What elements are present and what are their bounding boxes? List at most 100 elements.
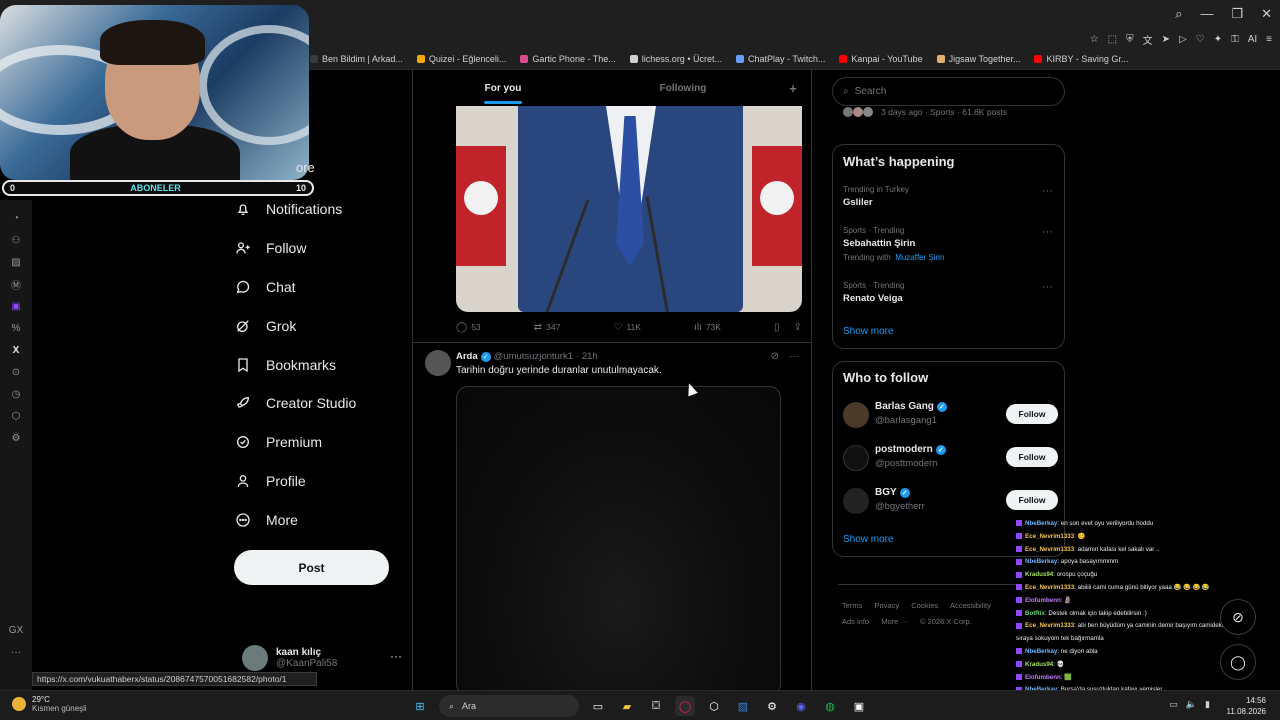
- spotify-icon[interactable]: ◍: [820, 696, 840, 716]
- more-dots-icon[interactable]: ···: [390, 649, 402, 663]
- footer-link[interactable]: Accessibility: [950, 601, 991, 610]
- nav-profile[interactable]: Profile: [234, 462, 409, 501]
- cube-icon[interactable]: ⬡: [9, 410, 23, 423]
- send-icon[interactable]: ➤: [1162, 34, 1170, 45]
- add-tab-icon[interactable]: +: [773, 70, 811, 106]
- nav-bookmarks[interactable]: Bookmarks: [234, 345, 409, 384]
- folder-icon[interactable]: ▰: [617, 696, 637, 716]
- nav-chat[interactable]: Chat: [234, 268, 409, 307]
- nav-notifications[interactable]: Notifications: [234, 190, 409, 229]
- menu-icon[interactable]: ≡: [1266, 34, 1272, 45]
- bookmark-star-icon[interactable]: ☆: [1090, 34, 1099, 45]
- footer-link[interactable]: More ···: [881, 617, 908, 626]
- nav-more[interactable]: More: [234, 500, 409, 539]
- footer-link[interactable]: Terms: [842, 601, 862, 610]
- tab-for-you[interactable]: For you: [413, 70, 593, 106]
- bookmark-item[interactable]: lichess.org • Ücret...: [629, 54, 722, 64]
- steam-icon[interactable]: ⚙: [762, 696, 782, 716]
- footer-link[interactable]: Ads info: [842, 617, 869, 626]
- trend-item[interactable]: Trending in Turkey Gsliler ···: [843, 185, 1053, 208]
- bookmark-item[interactable]: Kanpai - YouTube: [839, 54, 923, 64]
- weather-widget[interactable]: 29°C Kısmen güneşli: [12, 695, 87, 713]
- post-button[interactable]: Post: [234, 550, 389, 585]
- nav-follow[interactable]: Follow: [234, 229, 409, 268]
- percent-icon[interactable]: %: [9, 322, 23, 335]
- x-logo-icon[interactable]: X: [9, 344, 23, 357]
- avatar[interactable]: [843, 488, 869, 514]
- account-switcher[interactable]: kaan kılıç @KaanPali58 ···: [242, 643, 402, 673]
- close-icon[interactable]: ✕: [1261, 6, 1272, 22]
- show-more-link[interactable]: Show more: [843, 534, 894, 545]
- twitch-icon[interactable]: ▣: [9, 300, 23, 313]
- search-icon[interactable]: ⌕: [1175, 6, 1182, 22]
- more-dots-icon[interactable]: ···: [1042, 226, 1053, 238]
- lock-icon[interactable]: ⚿: [1231, 34, 1239, 45]
- extensions-icon[interactable]: ✦: [1214, 34, 1222, 45]
- bookmark-item[interactable]: Gartic Phone - The...: [520, 54, 616, 64]
- history-icon[interactable]: ◷: [9, 388, 23, 401]
- shield-icon[interactable]: ⛨: [1126, 34, 1134, 45]
- like-button[interactable]: ♡ 11K: [613, 322, 640, 333]
- restore-icon[interactable]: ❐: [1231, 6, 1243, 22]
- more-dots-icon[interactable]: ···: [789, 351, 799, 362]
- store-icon[interactable]: ⛋: [646, 696, 666, 716]
- taskbar-clock[interactable]: 14:56 11.08.2026: [1227, 695, 1266, 717]
- avatar[interactable]: [843, 445, 869, 471]
- player-icon[interactable]: ⊙: [9, 366, 23, 379]
- tweet-time[interactable]: · 21h: [576, 351, 598, 362]
- speed-dial-icon[interactable]: ◔: [9, 212, 23, 225]
- battery-icon[interactable]: ▮: [1205, 699, 1210, 710]
- obs-icon[interactable]: ▣: [849, 696, 869, 716]
- bookmark-item[interactable]: ChatPlay - Twitch...: [735, 54, 825, 64]
- opera-gx-icon[interactable]: ◯: [675, 696, 695, 716]
- follow-button[interactable]: Follow: [1006, 404, 1058, 424]
- minimize-icon[interactable]: —: [1200, 6, 1213, 22]
- stripes-icon[interactable]: ▨: [9, 256, 23, 269]
- avatar[interactable]: [843, 402, 869, 428]
- translate-icon[interactable]: 文: [1143, 32, 1153, 47]
- grok-icon[interactable]: ⊘: [771, 351, 779, 362]
- more-dots-icon[interactable]: ···: [9, 646, 23, 659]
- settings-icon[interactable]: ⚙: [9, 432, 23, 445]
- nav-creator-studio[interactable]: Creator Studio: [234, 384, 409, 423]
- editor-icon[interactable]: ▨: [733, 696, 753, 716]
- search-input[interactable]: ⌕ Search: [832, 77, 1065, 106]
- taskbar-search[interactable]: ⌕ Ara: [439, 695, 579, 717]
- messages-fab-icon[interactable]: ◯: [1220, 644, 1256, 680]
- trend-item[interactable]: Sports · Trending Sebahattin Şirin Trend…: [843, 226, 1053, 262]
- trend-item[interactable]: Sports · Trending Renato Veiga ···: [843, 281, 1053, 304]
- bookmark-item[interactable]: Quizei - Eğlenceli...: [416, 54, 506, 64]
- bookmark-item[interactable]: Ben Bildim | Arkad...: [310, 54, 403, 64]
- follow-button[interactable]: Follow: [1006, 447, 1058, 467]
- network-icon[interactable]: ▭: [1169, 699, 1178, 710]
- nav-grok[interactable]: Grok: [234, 306, 409, 345]
- windows-start-icon[interactable]: ⊞: [410, 696, 430, 716]
- messenger-icon[interactable]: Ⓜ: [9, 278, 23, 292]
- views-button[interactable]: ılı 73K: [694, 322, 721, 333]
- more-dots-icon[interactable]: ···: [1042, 185, 1053, 197]
- tweet-author-handle[interactable]: @umutsuzjonturk1: [494, 351, 573, 362]
- follow-suggestion[interactable]: postmodern ✓ @posttmodern Follow: [843, 443, 1058, 475]
- follow-suggestion[interactable]: BGY ✓ @bgyetherr Follow: [843, 486, 1058, 518]
- bookmark-icon[interactable]: ▯: [774, 322, 780, 333]
- tweet-author-name[interactable]: Arda: [456, 351, 478, 362]
- screenshot-icon[interactable]: ⬚: [1108, 34, 1117, 45]
- tweet-image[interactable]: [456, 106, 802, 312]
- speaker-icon[interactable]: 🔈: [1186, 699, 1197, 710]
- unity-icon[interactable]: ⬡: [704, 696, 724, 716]
- reply-button[interactable]: ◯ 53: [456, 322, 481, 333]
- show-more-link[interactable]: Show more: [843, 326, 894, 337]
- tab-following[interactable]: Following: [593, 70, 773, 106]
- more-dots-icon[interactable]: ···: [1042, 281, 1053, 293]
- robot-icon[interactable]: ⚇: [9, 234, 23, 247]
- tweet-image[interactable]: [456, 386, 781, 690]
- bookmark-item[interactable]: KIRBY - Saving Gr...: [1034, 54, 1128, 64]
- share-icon[interactable]: ⇪: [794, 322, 802, 333]
- follow-suggestion[interactable]: Barlas Gang ✓ @barlasgang1 Follow: [843, 400, 1058, 432]
- nav-premium[interactable]: Premium: [234, 423, 409, 462]
- footer-link[interactable]: Cookies: [911, 601, 938, 610]
- heart-icon[interactable]: ♡: [1196, 34, 1205, 45]
- footer-link[interactable]: Privacy: [875, 601, 900, 610]
- grok-fab-icon[interactable]: ⊘: [1220, 599, 1256, 635]
- task-view-icon[interactable]: ▭: [588, 696, 608, 716]
